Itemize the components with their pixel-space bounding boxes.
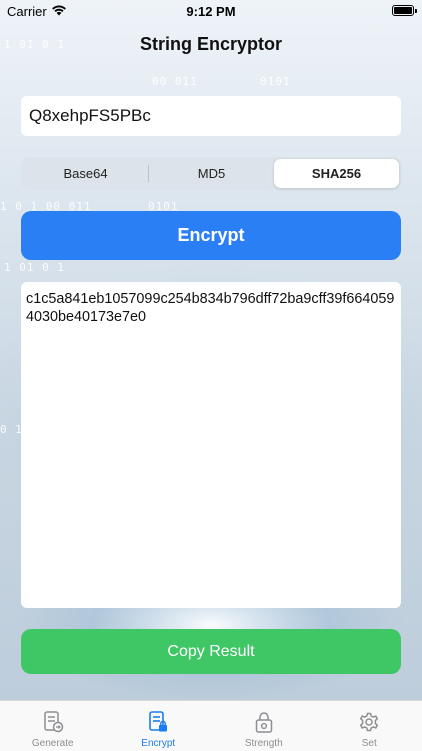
tab-encrypt[interactable]: Encrypt [106,701,212,751]
battery-icon [392,5,414,16]
generate-icon [42,710,64,734]
copy-result-button[interactable]: Copy Result [21,629,401,674]
tab-bar: Generate Encrypt Strength Set [0,700,422,751]
binary-decoration: 0 1 [0,423,23,436]
segment-sha256[interactable]: SHA256 [274,159,399,188]
text-input[interactable]: Q8xehpFS5PBc [21,96,401,136]
encoding-segmented-control: Base64 MD5 SHA256 [21,157,401,190]
lock-icon [253,710,275,734]
app-background: 1 01 0 1 00 011 0101 1 0 1 00 011 0101 1… [0,0,422,700]
gear-icon [358,710,380,734]
tab-strength[interactable]: Strength [211,701,317,751]
tab-set[interactable]: Set [317,701,422,751]
tab-label: Strength [211,738,317,749]
tab-label: Set [317,738,422,749]
tab-label: Encrypt [106,738,212,749]
binary-decoration: 00 011 [152,75,198,88]
tab-label: Generate [0,738,106,749]
page-title: String Encryptor [0,34,422,55]
binary-decoration: 0101 [260,75,291,88]
result-text-area[interactable]: c1c5a841eb1057099c254b834b796dff72ba9cff… [21,282,401,608]
segment-base64[interactable]: Base64 [23,159,148,188]
clock: 9:12 PM [0,4,422,19]
tab-generate[interactable]: Generate [0,701,106,751]
status-bar: Carrier 9:12 PM [0,0,422,24]
encrypt-icon [147,710,169,734]
segment-md5[interactable]: MD5 [149,159,274,188]
binary-decoration: 1 01 0 1 [4,261,65,274]
encrypt-button[interactable]: Encrypt [21,211,401,260]
